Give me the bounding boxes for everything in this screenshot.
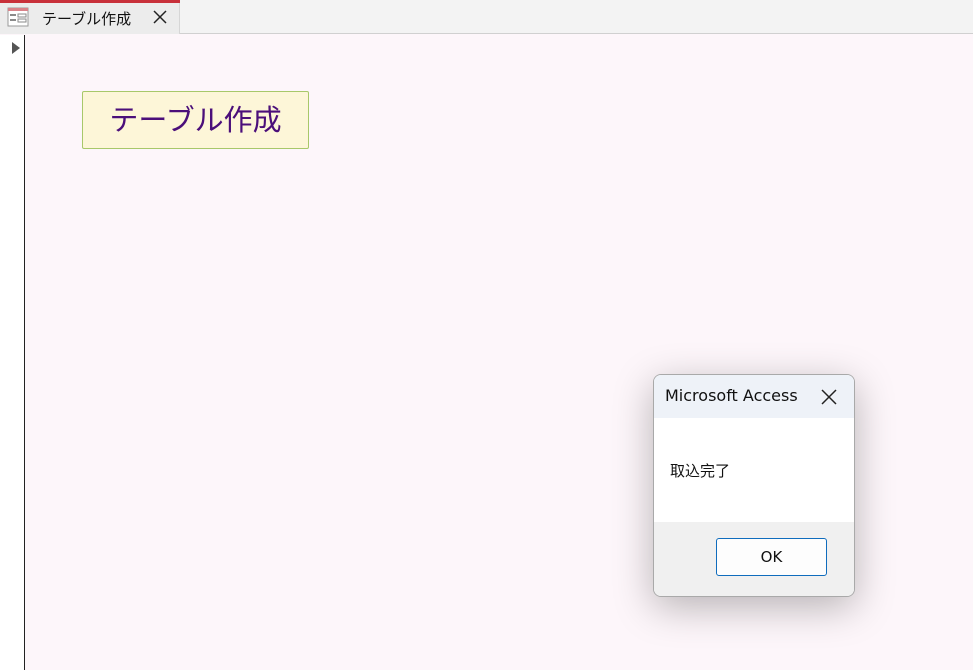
- tab-title: テーブル作成: [42, 10, 132, 28]
- dialog-title: Microsoft Access: [665, 386, 798, 405]
- close-icon[interactable]: [818, 386, 840, 408]
- dialog-message: 取込完了: [670, 462, 731, 480]
- ok-button[interactable]: OK: [716, 538, 827, 576]
- tab-table-creation[interactable]: テーブル作成: [0, 0, 180, 34]
- document-tab-bar: テーブル作成: [0, 0, 973, 34]
- form-icon: [7, 7, 29, 27]
- tab-active-accent: [0, 0, 180, 3]
- close-icon[interactable]: [150, 7, 170, 27]
- form-title-label: テーブル作成: [82, 91, 309, 149]
- dialog-title-bar[interactable]: Microsoft Access: [654, 375, 854, 418]
- dialog-footer: OK: [654, 522, 854, 596]
- message-dialog: Microsoft Access 取込完了 OK: [653, 374, 855, 597]
- record-selector[interactable]: [0, 35, 25, 670]
- current-record-arrow-icon: [12, 42, 20, 54]
